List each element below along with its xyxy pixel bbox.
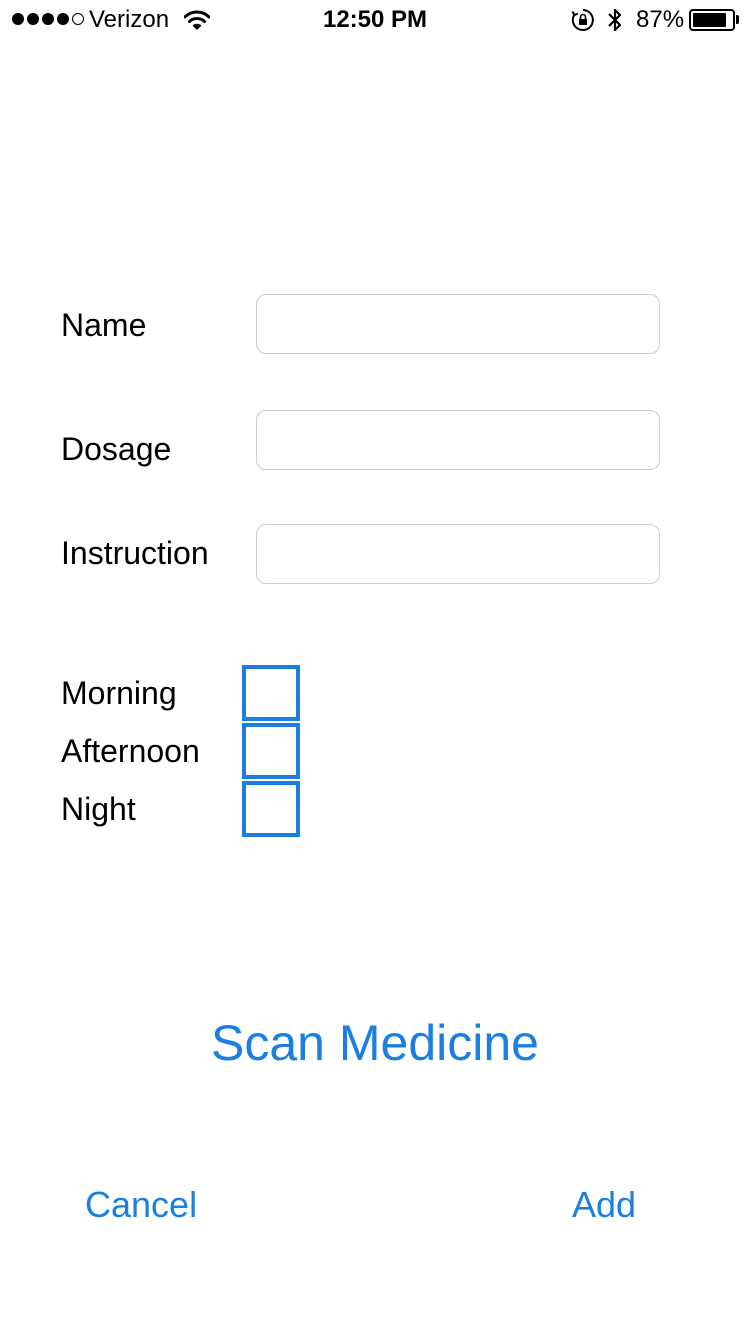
instruction-label: Instruction: [61, 535, 209, 571]
battery-level-fill: [693, 13, 726, 27]
afternoon-label: Afternoon: [61, 733, 200, 769]
bluetooth-icon: [606, 6, 624, 39]
morning-checkbox[interactable]: [242, 665, 300, 721]
night-label: Night: [61, 791, 136, 827]
add-button[interactable]: Add: [572, 1184, 636, 1226]
dosage-input[interactable]: [256, 410, 660, 470]
battery-icon: [689, 9, 735, 31]
scan-medicine-button[interactable]: Scan Medicine: [0, 1012, 750, 1074]
morning-label: Morning: [61, 675, 177, 711]
orientation-lock-icon: [571, 8, 595, 37]
dosage-label: Dosage: [61, 431, 172, 467]
name-label: Name: [61, 307, 147, 343]
name-input[interactable]: [256, 294, 660, 354]
status-bar: Verizon 12:50 PM 87%: [0, 0, 750, 40]
battery-tip: [736, 15, 739, 24]
battery-percentage: 87%: [636, 6, 685, 33]
night-checkbox[interactable]: [242, 781, 300, 837]
cancel-button[interactable]: Cancel: [85, 1184, 197, 1226]
instruction-input[interactable]: [256, 524, 660, 584]
afternoon-checkbox[interactable]: [242, 723, 300, 779]
